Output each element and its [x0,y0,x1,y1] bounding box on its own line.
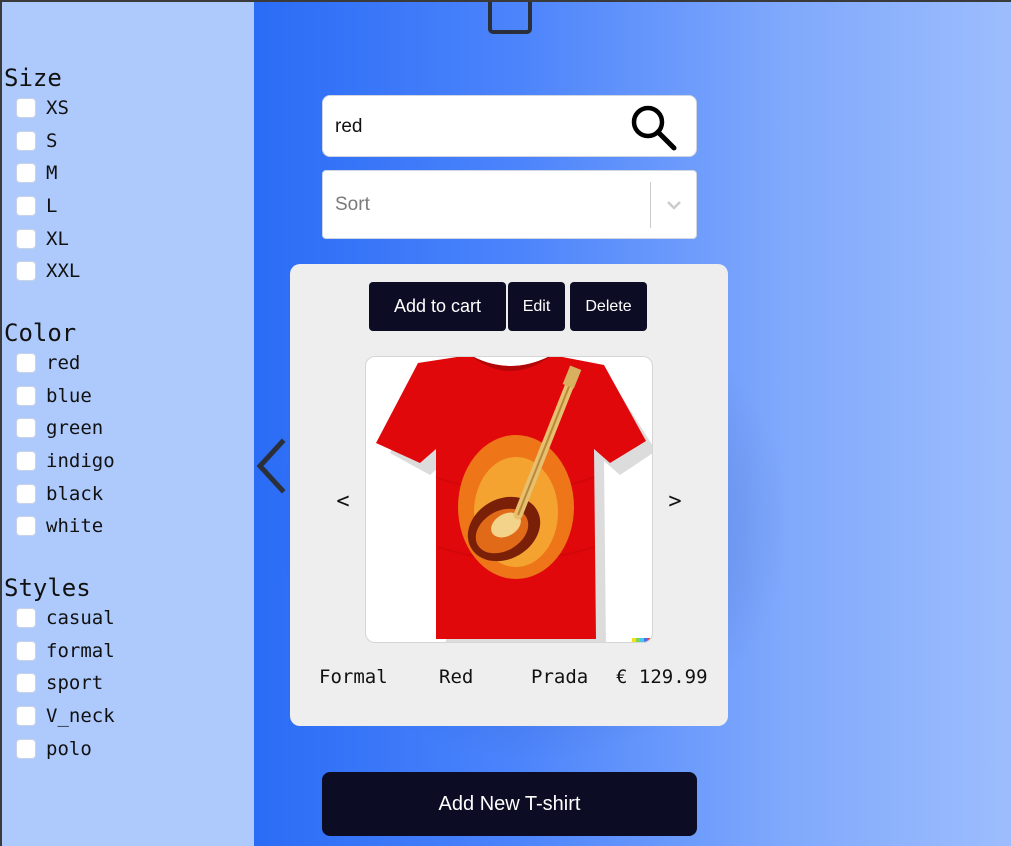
size-checkbox[interactable] [16,261,36,282]
color-option-label: red [46,352,81,375]
size-option-label: S [46,129,58,152]
sort-placeholder: Sort [335,194,370,215]
size-option-label: XS [46,97,69,120]
size-checkbox[interactable] [16,98,36,119]
size-option-xl[interactable]: XL [4,222,69,255]
filter-sidebar: Size XS S M L XL XXL Color red blue gree… [2,2,254,846]
style-checkbox[interactable] [16,640,36,661]
style-checkbox[interactable] [16,608,36,629]
chevron-left-icon[interactable] [254,438,294,494]
style-checkbox[interactable] [16,738,36,759]
size-option-l[interactable]: L [4,190,62,223]
style-option-formal[interactable]: formal [4,635,115,668]
color-option-label: white [46,515,104,538]
size-option-label: M [46,162,58,185]
color-checkbox[interactable] [16,385,36,406]
color-option-white[interactable]: white [4,510,103,543]
size-option-s[interactable]: S [4,125,62,158]
product-price: € 129.99 [616,666,708,688]
style-option-label: sport [46,672,104,695]
search-bar [322,95,697,157]
sort-divider [650,182,651,228]
size-checkbox[interactable] [16,228,36,249]
color-checkbox[interactable] [16,483,36,504]
edit-button[interactable]: Edit [508,282,565,331]
color-option-indigo[interactable]: indigo [4,445,115,478]
search-icon[interactable] [628,102,680,152]
color-option-green[interactable]: green [4,412,103,445]
carousel-prev-button[interactable]: < [331,486,355,516]
square-icon[interactable] [488,2,532,34]
delete-button[interactable]: Delete [570,282,647,331]
color-option-blue[interactable]: blue [4,380,92,413]
style-option-label: V_neck [46,705,115,728]
size-option-label: L [46,195,58,218]
color-option-label: indigo [46,450,115,473]
search-input[interactable] [335,110,625,144]
style-option-v-neck[interactable]: V_neck [4,700,115,733]
style-checkbox[interactable] [16,673,36,694]
size-option-m[interactable]: M [4,157,62,190]
color-filter-group: Color red blue green indigo black white [4,319,115,543]
size-option-xs[interactable]: XS [4,92,69,125]
style-option-sport[interactable]: sport [4,667,103,700]
chevron-down-icon[interactable] [664,196,684,214]
size-checkbox[interactable] [16,163,36,184]
size-option-xxl[interactable]: XXL [4,255,80,288]
product-style: Formal [319,666,388,688]
size-checkbox[interactable] [16,196,36,217]
style-option-label: formal [46,639,115,662]
color-option-black[interactable]: black [4,477,103,510]
style-option-casual[interactable]: casual [4,602,115,635]
color-option-label: black [46,482,104,505]
carousel-next-button[interactable]: > [663,486,687,516]
color-checkbox[interactable] [16,516,36,537]
tshirt-guitar-image [376,357,652,642]
styles-filter-group: Styles casual formal sport V_neck polo [4,574,115,765]
size-filter-group: Size XS S M L XL XXL [4,64,80,288]
style-option-label: polo [46,737,92,760]
add-new-tshirt-button[interactable]: Add New T-shirt [322,772,697,836]
styles-filter-title: Styles [4,574,91,602]
color-checkbox[interactable] [16,353,36,374]
color-checkbox[interactable] [16,418,36,439]
size-checkbox[interactable] [16,130,36,151]
color-filter-title: Color [4,319,77,347]
sort-select[interactable]: Sort [322,170,697,239]
size-option-label: XL [46,227,69,250]
size-filter-title: Size [4,64,62,92]
style-checkbox[interactable] [16,706,36,727]
product-color: Red [439,666,474,688]
color-checkbox[interactable] [16,451,36,472]
product-brand: Prada [531,666,589,688]
product-image[interactable] [365,356,653,643]
add-to-cart-button[interactable]: Add to cart [369,282,506,331]
app-window: Size XS S M L XL XXL Color red blue gree… [0,0,1011,846]
product-card: Add to cart Edit Delete < > Formal Red P… [290,264,728,726]
color-option-label: green [46,417,104,440]
color-option-label: blue [46,384,92,407]
color-option-red[interactable]: red [4,347,80,380]
style-option-label: casual [46,607,115,630]
style-option-polo[interactable]: polo [4,732,92,765]
size-option-label: XXL [46,260,81,283]
